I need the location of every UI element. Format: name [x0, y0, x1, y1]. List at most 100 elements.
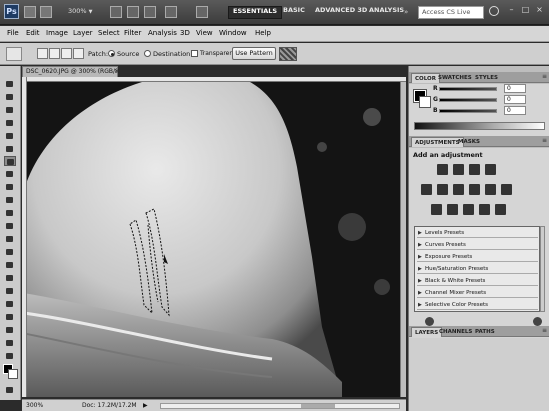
clip-to-layer-icon[interactable]: [425, 317, 434, 326]
gradient-tool-icon[interactable]: [4, 221, 16, 231]
horizontal-scroll-thumb[interactable]: [301, 404, 335, 408]
color-balance-icon[interactable]: [453, 184, 464, 195]
shape-tool-icon[interactable]: [4, 299, 16, 309]
rotate-view-icon[interactable]: [144, 6, 156, 18]
tool-preset-picker[interactable]: [6, 47, 22, 61]
menu-help[interactable]: Help: [255, 29, 271, 37]
bridge-icon[interactable]: [24, 6, 36, 18]
status-menu-arrow[interactable]: ▶: [143, 402, 148, 409]
brightness-contrast-icon[interactable]: [437, 164, 448, 175]
maximize-icon[interactable]: □: [520, 5, 531, 16]
workspace-advanced-3d[interactable]: ADVANCED 3D: [311, 6, 371, 19]
close-icon[interactable]: ×: [534, 5, 545, 16]
pen-tool-icon[interactable]: [4, 260, 16, 270]
pattern-picker[interactable]: [279, 47, 297, 61]
workspace-essentials[interactable]: ESSENTIALS: [228, 6, 283, 19]
preset-hue-saturation[interactable]: Hue/Saturation Presets: [417, 265, 538, 274]
brush-tool-icon[interactable]: [4, 169, 16, 179]
document-close-icon[interactable]: ×: [114, 67, 119, 75]
history-brush-tool-icon[interactable]: [4, 195, 16, 205]
document-canvas[interactable]: [22, 77, 406, 397]
blue-value[interactable]: 0: [504, 106, 526, 115]
preset-exposure[interactable]: Exposure Presets: [417, 253, 538, 262]
horizontal-scrollbar[interactable]: [160, 403, 400, 409]
search-icon[interactable]: [489, 6, 499, 16]
menu-edit[interactable]: Edit: [26, 29, 40, 37]
blur-tool-icon[interactable]: [4, 234, 16, 244]
workspace-analysis[interactable]: ANALYSIS: [365, 6, 408, 19]
workspace-basic[interactable]: BASIC: [279, 6, 309, 19]
menu-filter[interactable]: Filter: [124, 29, 141, 37]
lasso-tool-icon[interactable]: [4, 105, 16, 115]
dodge-tool-icon[interactable]: [4, 247, 16, 257]
hue-saturation-icon[interactable]: [437, 184, 448, 195]
vibrance-icon[interactable]: [421, 184, 432, 195]
color-panel-menu-icon[interactable]: ≡: [542, 73, 547, 80]
levels-icon[interactable]: [453, 164, 464, 175]
3d-orbit-tool-icon[interactable]: [4, 325, 16, 335]
channel-mixer-icon[interactable]: [501, 184, 512, 195]
tab-masks[interactable]: MASKS: [455, 137, 483, 147]
color-spectrum-bar[interactable]: [414, 122, 545, 130]
layers-panel-menu-icon[interactable]: ≡: [542, 327, 547, 334]
menu-3d[interactable]: 3D: [180, 29, 190, 37]
eyedropper-tool-icon[interactable]: [4, 144, 16, 154]
red-slider[interactable]: [439, 87, 497, 91]
blue-slider[interactable]: [439, 109, 497, 113]
transparent-checkbox[interactable]: [191, 50, 198, 57]
new-selection-icon[interactable]: [37, 48, 48, 59]
black-white-icon[interactable]: [469, 184, 480, 195]
zoom-tool-icon[interactable]: [4, 351, 16, 361]
menu-file[interactable]: File: [7, 29, 19, 37]
hand-tool-icon[interactable]: [110, 6, 122, 18]
cs-live-search-input[interactable]: Access CS Live: [418, 6, 484, 19]
exposure-icon[interactable]: [485, 164, 496, 175]
presets-scrollbar[interactable]: [540, 226, 545, 312]
tab-styles[interactable]: STYLES: [472, 73, 501, 83]
hand-tool-icon[interactable]: [4, 338, 16, 348]
preset-black-white[interactable]: Black & White Presets: [417, 277, 538, 286]
tab-swatches[interactable]: SWATCHES: [435, 73, 475, 83]
preset-curves[interactable]: Curves Presets: [417, 241, 538, 250]
crop-tool-icon[interactable]: [4, 131, 16, 141]
zoom-level-select[interactable]: 300% ▼: [68, 7, 92, 15]
patch-tool-icon[interactable]: [4, 156, 16, 166]
status-zoom[interactable]: 300%: [26, 402, 43, 409]
zoom-tool-icon[interactable]: [127, 6, 139, 18]
preset-levels[interactable]: Levels Presets: [417, 229, 538, 238]
menu-view[interactable]: View: [196, 29, 213, 37]
quick-mask-icon[interactable]: [4, 385, 16, 395]
photo-filter-icon[interactable]: [485, 184, 496, 195]
green-slider[interactable]: [439, 98, 497, 102]
quick-selection-tool-icon[interactable]: [4, 118, 16, 128]
minimize-icon[interactable]: –: [506, 5, 517, 16]
source-radio[interactable]: [108, 50, 115, 57]
screen-mode-icon[interactable]: [196, 6, 208, 18]
vertical-scrollbar[interactable]: [400, 82, 406, 397]
gradient-map-icon[interactable]: [479, 204, 490, 215]
background-color-swatch[interactable]: [8, 369, 18, 379]
add-selection-icon[interactable]: [49, 48, 60, 59]
intersect-selection-icon[interactable]: [73, 48, 84, 59]
selective-color-icon[interactable]: [495, 204, 506, 215]
tab-channels[interactable]: CHANNELS: [436, 327, 475, 337]
menu-analysis[interactable]: Analysis: [148, 29, 177, 37]
eraser-tool-icon[interactable]: [4, 208, 16, 218]
menu-window[interactable]: Window: [219, 29, 247, 37]
more-workspaces-icon[interactable]: »: [404, 8, 408, 16]
threshold-icon[interactable]: [463, 204, 474, 215]
red-value[interactable]: 0: [504, 84, 526, 93]
arrange-documents-icon[interactable]: [165, 6, 177, 18]
move-tool-icon[interactable]: [4, 79, 16, 89]
adjustments-panel-menu-icon[interactable]: ≡: [542, 137, 547, 144]
use-pattern-button[interactable]: Use Pattern: [232, 47, 276, 60]
clone-stamp-tool-icon[interactable]: [4, 182, 16, 192]
adjustment-options-icon[interactable]: [533, 317, 542, 326]
preset-channel-mixer[interactable]: Channel Mixer Presets: [417, 289, 538, 298]
color-background-swatch[interactable]: [419, 96, 431, 108]
menu-select[interactable]: Select: [98, 29, 120, 37]
subtract-selection-icon[interactable]: [61, 48, 72, 59]
posterize-icon[interactable]: [447, 204, 458, 215]
curves-icon[interactable]: [469, 164, 480, 175]
menu-layer[interactable]: Layer: [73, 29, 93, 37]
